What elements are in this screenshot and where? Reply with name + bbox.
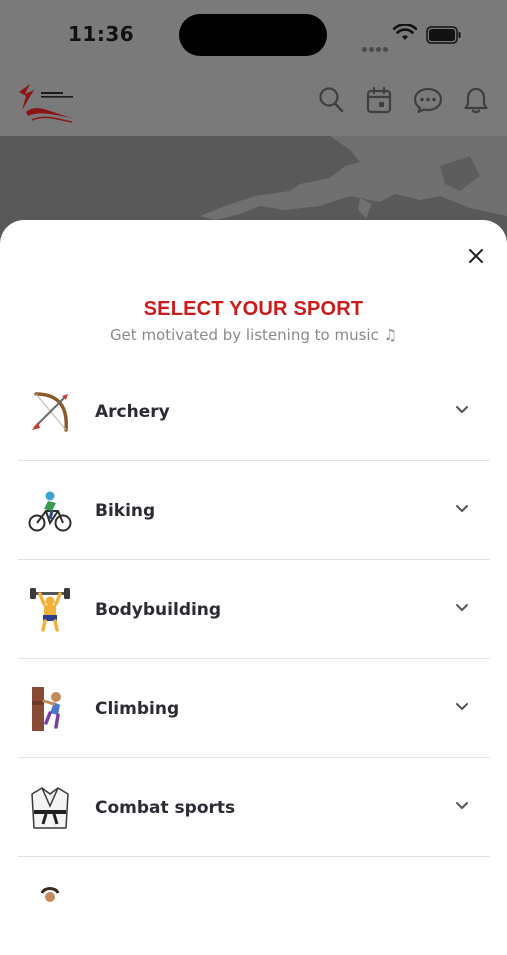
sport-row-archery[interactable]: Archery xyxy=(18,362,490,461)
signal-icon xyxy=(362,37,390,56)
chevron-down-icon[interactable] xyxy=(455,801,469,811)
sport-label: Bodybuilding xyxy=(95,600,222,620)
sport-row-combat-sports[interactable]: Combat sports xyxy=(18,758,490,857)
sport-label: Climbing xyxy=(95,699,180,719)
martial-arts-uniform-icon xyxy=(31,787,69,829)
sport-row-partial[interactable] xyxy=(18,857,490,955)
person-climbing-icon xyxy=(32,687,61,731)
chevron-down-icon[interactable] xyxy=(455,702,469,712)
sport-row-climbing[interactable]: Climbing xyxy=(18,659,490,758)
status-bar: 11:36 xyxy=(0,0,507,70)
sport-row-bodybuilding[interactable]: Bodybuilding xyxy=(18,560,490,659)
bow-and-arrow-icon xyxy=(32,392,68,432)
chevron-down-icon[interactable] xyxy=(455,504,469,514)
sheet-subtitle: Get motivated by listening to music ♫ xyxy=(109,326,398,344)
wifi-icon xyxy=(393,24,417,40)
calendar-icon[interactable] xyxy=(366,86,392,114)
chat-icon[interactable] xyxy=(413,86,443,114)
sport-list: Archery Biking Bodybuilding Climbing Com… xyxy=(18,362,490,955)
chevron-down-icon[interactable] xyxy=(455,405,469,415)
sport-label: Biking xyxy=(95,501,156,521)
sport-row-biking[interactable]: Biking xyxy=(18,461,490,560)
sport-label: Archery xyxy=(95,402,170,422)
close-icon xyxy=(469,249,483,263)
weightlifter-icon xyxy=(30,588,70,632)
app-logo[interactable] xyxy=(16,80,78,124)
sport-label: Combat sports xyxy=(95,798,236,818)
bell-icon[interactable] xyxy=(463,86,489,114)
close-button[interactable] xyxy=(460,240,492,272)
sport-selection-sheet: SELECT YOUR SPORT Get motivated by liste… xyxy=(0,220,507,920)
person-biking-icon xyxy=(28,491,72,532)
battery-icon xyxy=(426,26,461,44)
status-time: 11:36 xyxy=(68,22,135,46)
person-sport-icon xyxy=(40,887,60,902)
search-icon[interactable] xyxy=(318,86,344,114)
chevron-down-icon[interactable] xyxy=(455,603,469,613)
dynamic-island xyxy=(179,14,327,56)
app-header xyxy=(0,70,507,136)
sheet-title: SELECT YOUR SPORT xyxy=(143,298,364,320)
